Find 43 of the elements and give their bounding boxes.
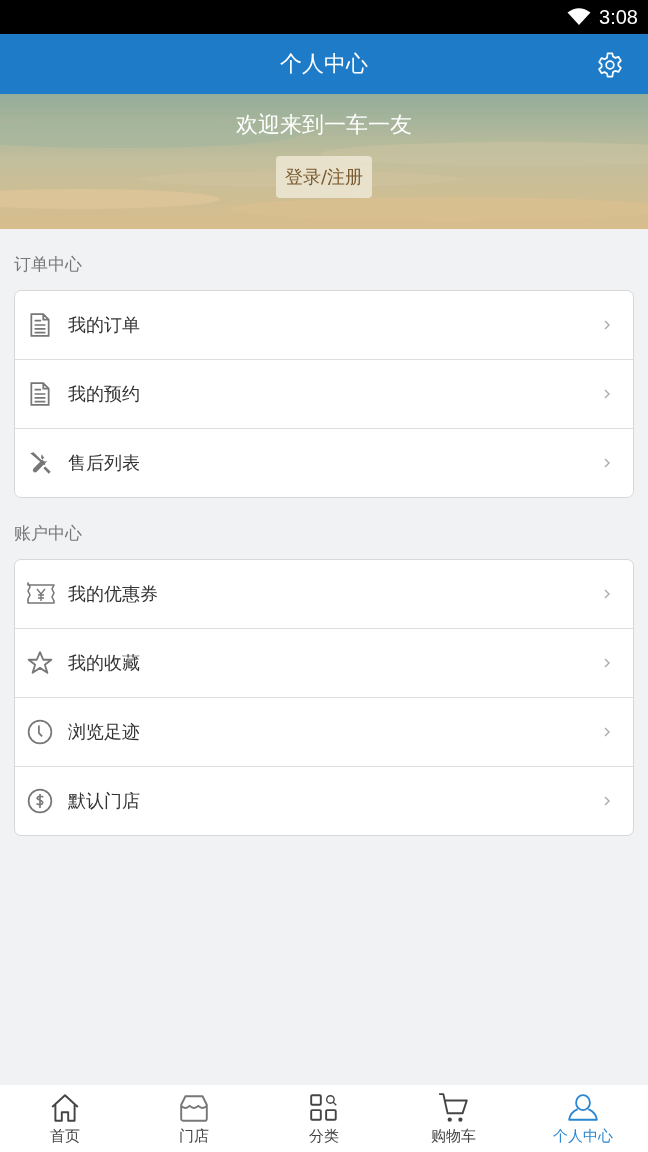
menu-label: 我的订单 — [68, 313, 141, 337]
menu-item[interactable]: 默认门店 — [15, 766, 633, 835]
menu-label: 售后列表 — [68, 451, 141, 475]
coupon-icon — [27, 581, 55, 607]
tab-item[interactable]: 购物车 — [388, 1085, 519, 1152]
menu-label: 我的优惠券 — [68, 582, 159, 606]
chevron-icon — [603, 657, 611, 669]
star-icon — [27, 650, 53, 676]
menu-item[interactable]: 浏览足迹 — [15, 697, 633, 766]
menu-item[interactable]: 我的收藏 — [15, 628, 633, 697]
chevron-icon — [603, 319, 611, 331]
menu-item[interactable]: 我的订单 — [15, 291, 633, 359]
tab-item[interactable]: 首页 — [0, 1085, 130, 1152]
document-icon — [27, 381, 53, 407]
menu-label: 我的预约 — [68, 382, 141, 406]
section-title: 账户中心 — [14, 522, 83, 545]
chevron-icon — [603, 457, 611, 469]
tab-item[interactable]: 门店 — [129, 1085, 260, 1152]
category-icon — [308, 1091, 340, 1124]
section-title: 订单中心 — [14, 253, 83, 276]
person-icon — [567, 1091, 600, 1124]
menu-label: 我的收藏 — [68, 651, 141, 675]
tab-item[interactable]: 分类 — [259, 1085, 389, 1152]
cart-icon — [437, 1091, 470, 1124]
document-icon — [27, 312, 53, 338]
clock-icon — [27, 719, 53, 745]
chevron-icon — [603, 795, 611, 807]
tab-item[interactable]: 个人中心 — [518, 1085, 648, 1152]
chevron-icon — [603, 588, 611, 600]
menu-item[interactable]: 我的预约 — [15, 359, 633, 428]
login-button[interactable]: 登录/注册 — [275, 156, 373, 198]
menu-item[interactable]: 售后列表 — [15, 428, 633, 497]
menu-item[interactable]: 我的优惠券 — [15, 560, 633, 628]
welcome-text: 欢迎来到一车一友 — [236, 111, 412, 139]
status-time: 3:08 — [599, 5, 638, 29]
dollar-icon — [27, 788, 53, 814]
settings-icon[interactable] — [596, 51, 624, 79]
wifi-icon — [567, 8, 592, 26]
page-title: 个人中心 — [280, 50, 368, 78]
menu-label: 默认门店 — [68, 789, 141, 813]
chevron-icon — [603, 726, 611, 738]
menu-label: 浏览足迹 — [68, 720, 141, 744]
chevron-icon — [603, 388, 611, 400]
